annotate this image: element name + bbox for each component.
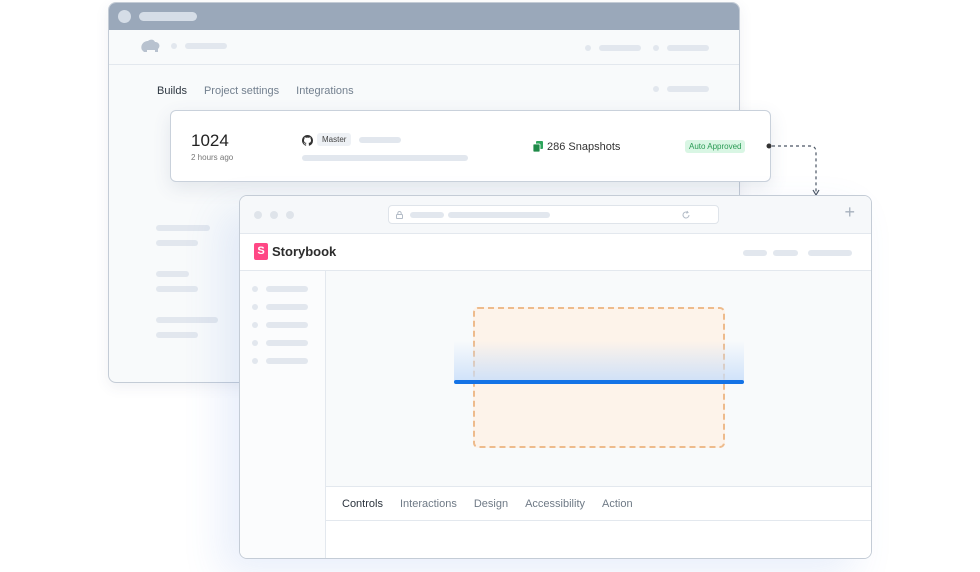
sidebar-item-dot <box>252 340 258 346</box>
scan-line <box>454 380 744 384</box>
list-placeholder <box>156 332 198 338</box>
header-dot <box>585 45 591 51</box>
sidebar-item-dot <box>252 358 258 364</box>
list-placeholder <box>156 240 198 246</box>
list-placeholder <box>156 271 189 277</box>
sidebar-item[interactable] <box>266 286 308 292</box>
build-number: 1024 <box>191 131 229 150</box>
chromatic-tabs: Builds Project settings Integrations <box>157 85 354 97</box>
toolbar-placeholder <box>667 86 709 92</box>
url-placeholder <box>448 212 550 218</box>
addon-tabs: Controls Interactions Design Accessibili… <box>326 487 871 521</box>
toolbar-dot <box>653 86 659 92</box>
reload-icon[interactable] <box>681 210 691 220</box>
lock-icon <box>396 211 403 219</box>
build-time: 2 hours ago <box>191 153 234 162</box>
tab-interactions[interactable]: Interactions <box>400 498 457 510</box>
header-placeholder <box>599 45 641 51</box>
storybook-header: S Storybook <box>240 234 871 271</box>
storybook-logo-icon: S <box>254 243 268 260</box>
list-placeholder <box>156 225 210 231</box>
header-placeholder <box>667 45 709 51</box>
header-placeholder <box>773 250 798 256</box>
header-dot <box>653 45 659 51</box>
header-placeholder <box>743 250 767 256</box>
storybook-title: Storybook <box>272 244 337 259</box>
new-tab-icon[interactable]: + <box>844 203 855 221</box>
tab-design[interactable]: Design <box>474 498 508 510</box>
window-titlebar <box>109 3 739 30</box>
tab-accessibility[interactable]: Accessibility <box>525 498 585 510</box>
commit-message-placeholder <box>302 155 468 161</box>
window-dot <box>286 211 294 219</box>
status-badge: Auto Approved <box>685 140 746 153</box>
story-canvas <box>326 271 871 486</box>
tab-integrations[interactable]: Integrations <box>296 85 353 97</box>
tab-controls[interactable]: Controls <box>342 498 383 510</box>
header-dot <box>171 43 177 49</box>
tab-project-settings[interactable]: Project settings <box>204 85 279 97</box>
sidebar-item[interactable] <box>266 340 308 346</box>
tab-action[interactable]: Action <box>602 498 633 510</box>
storybook-window: + S Storybook Controls Interactions Desi… <box>239 195 872 559</box>
connector-line <box>766 143 820 197</box>
chromatic-logo-icon <box>141 39 160 52</box>
commit-placeholder <box>359 137 401 143</box>
branch-tag: Master <box>317 133 352 146</box>
sidebar-item-dot <box>252 304 258 310</box>
addons-panel: Controls Interactions Design Accessibili… <box>326 486 871 558</box>
app-header <box>109 30 739 65</box>
header-placeholder <box>185 43 227 49</box>
build-card[interactable]: 1024 2 hours ago Master 286 Snapshots Au… <box>170 110 771 182</box>
sidebar-item-dot <box>252 322 258 328</box>
title-placeholder <box>139 12 197 21</box>
scan-glow <box>454 341 744 381</box>
header-placeholder <box>808 250 852 256</box>
sidebar-item-dot <box>252 286 258 292</box>
url-placeholder <box>410 212 444 218</box>
list-placeholder <box>156 286 198 292</box>
story-sidebar <box>240 271 326 558</box>
sidebar-item[interactable] <box>266 304 308 310</box>
address-bar[interactable] <box>388 205 719 224</box>
window-dot <box>118 10 131 23</box>
window-dot <box>254 211 262 219</box>
github-icon <box>302 135 313 146</box>
sidebar-item[interactable] <box>266 358 308 364</box>
tab-builds[interactable]: Builds <box>157 85 187 97</box>
window-dot <box>270 211 278 219</box>
snapshot-icon <box>533 141 543 152</box>
list-placeholder <box>156 317 218 323</box>
browser-toolbar: + <box>240 196 871 234</box>
sidebar-item[interactable] <box>266 322 308 328</box>
snapshot-count: 286 Snapshots <box>547 141 621 153</box>
